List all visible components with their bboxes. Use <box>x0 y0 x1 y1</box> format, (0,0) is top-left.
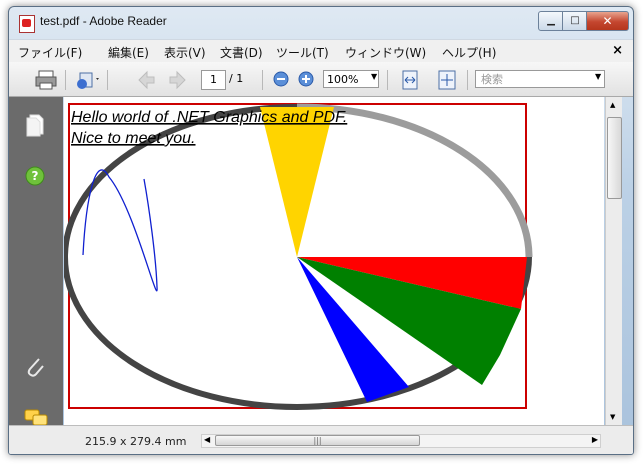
next-page-icon[interactable] <box>168 70 188 90</box>
toolbar-separator <box>262 70 263 90</box>
pdf-app-icon <box>19 15 35 33</box>
page-number-input[interactable]: 1 <box>201 70 226 90</box>
page-size-label: 215.9 x 279.4 mm <box>85 435 187 448</box>
menu-edit[interactable]: 編集(E) <box>108 44 149 61</box>
scroll-right-icon[interactable]: ▶ <box>592 435 598 444</box>
hello-text: Hello world of .NET Graphics and PDF. <box>71 109 347 126</box>
title-bar: test.pdf - Adobe Reader ▁ □ ✕ <box>9 7 633 37</box>
zoom-dropdown-chevron-icon[interactable]: ▼ <box>371 72 377 81</box>
toolbar-separator <box>65 70 66 90</box>
svg-text:?: ? <box>32 169 39 183</box>
toolbar-separator <box>387 70 388 90</box>
vertical-scrollbar[interactable]: ▲ ▼ <box>605 97 622 425</box>
close-button[interactable]: ✕ <box>586 11 629 31</box>
share-icon[interactable] <box>75 70 101 90</box>
zoom-out-icon[interactable] <box>272 70 290 88</box>
document-viewport[interactable]: Hello world of .NET Graphics and PDF. Ni… <box>64 97 604 425</box>
horizontal-scroll-thumb[interactable]: ||| <box>215 435 420 446</box>
vertical-scroll-thumb[interactable] <box>607 117 622 199</box>
menu-view[interactable]: 表示(V) <box>164 44 206 61</box>
window-title: test.pdf - Adobe Reader <box>40 14 167 28</box>
zoom-in-icon[interactable] <box>297 70 315 88</box>
fit-width-icon[interactable] <box>400 70 420 90</box>
menu-tools[interactable]: ツール(T) <box>276 44 329 61</box>
toolbar: 1 / 1 100% ▼ 検索 ▼ <box>9 62 633 97</box>
horizontal-scrollbar[interactable]: ◀ ||| ▶ <box>201 434 601 448</box>
attachment-icon[interactable] <box>24 355 46 379</box>
toolbar-separator <box>107 70 108 90</box>
search-input[interactable]: 検索 <box>475 70 605 88</box>
fit-page-icon[interactable] <box>437 70 457 90</box>
scroll-down-icon[interactable]: ▼ <box>610 413 615 421</box>
navigation-sidebar: ? <box>9 97 63 426</box>
menu-file[interactable]: ファイル(F) <box>18 44 82 61</box>
print-icon[interactable] <box>35 70 57 90</box>
document-close-icon[interactable]: × <box>612 43 623 58</box>
scroll-up-icon[interactable]: ▲ <box>610 101 615 109</box>
nice-text: Nice to meet you. <box>71 130 196 147</box>
pages-icon[interactable] <box>24 113 46 137</box>
help-icon[interactable]: ? <box>24 165 46 187</box>
minimize-button[interactable]: ▁ <box>538 11 564 31</box>
menu-document[interactable]: 文書(D) <box>220 44 263 61</box>
maximize-button[interactable]: □ <box>562 11 588 31</box>
menu-window[interactable]: ウィンドウ(W) <box>345 44 426 61</box>
status-bar: 215.9 x 279.4 mm ◀ ||| ▶ <box>9 425 633 454</box>
search-dropdown-chevron-icon[interactable]: ▼ <box>595 72 601 81</box>
page-total-label: / 1 <box>229 72 244 85</box>
previous-page-icon[interactable] <box>136 70 156 90</box>
menu-bar: ファイル(F) 編集(E) 表示(V) 文書(D) ツール(T) ウィンドウ(W… <box>9 39 633 62</box>
toolbar-separator <box>467 70 468 90</box>
menu-help[interactable]: ヘルプ(H) <box>442 44 496 61</box>
scroll-left-icon[interactable]: ◀ <box>204 435 210 444</box>
adobe-reader-window: test.pdf - Adobe Reader ▁ □ ✕ ファイル(F) 編集… <box>8 6 634 455</box>
pdf-page-canvas: Hello world of .NET Graphics and PDF. Ni… <box>64 103 533 410</box>
